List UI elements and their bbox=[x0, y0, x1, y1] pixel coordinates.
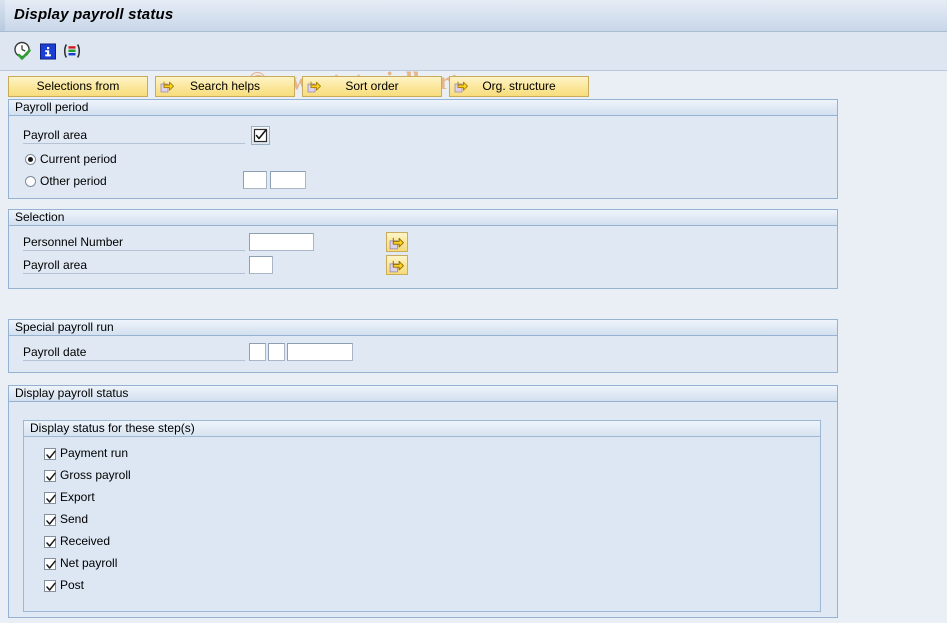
yellow-arrow-icon bbox=[389, 237, 404, 250]
payroll-area-label: Payroll area bbox=[23, 128, 245, 144]
special-payroll-run-section: Special payroll run Payroll date bbox=[8, 319, 838, 373]
special-payroll-run-body: Payroll date bbox=[9, 336, 837, 371]
checkbox-post-label: Post bbox=[60, 578, 85, 592]
other-period-input-1[interactable] bbox=[243, 171, 267, 189]
sort-order-label: Sort order bbox=[345, 79, 399, 93]
selection-header: Selection bbox=[9, 210, 837, 226]
yellow-arrow-icon bbox=[389, 260, 404, 273]
display-payroll-status-body: Display status for these step(s) Payment… bbox=[9, 402, 837, 616]
application-toolbar: © www.tutorialkart.com bbox=[0, 32, 947, 95]
checkbox-check-icon bbox=[44, 470, 56, 482]
payroll-area-selection-input[interactable] bbox=[249, 256, 273, 274]
checkbox-net-payroll-label: Net payroll bbox=[60, 556, 118, 570]
display-status-steps-group: Display status for these step(s) Payment… bbox=[23, 420, 821, 612]
search-helps-button[interactable]: Search helps bbox=[155, 76, 295, 97]
other-period-label: Other period bbox=[40, 174, 107, 188]
selection-body: Personnel Number Payroll area bbox=[9, 226, 837, 287]
checkbox-check-icon bbox=[44, 580, 56, 592]
checkbox-check-icon bbox=[44, 448, 56, 460]
execute-clock-check-icon[interactable] bbox=[12, 40, 34, 62]
checkbox-check-icon bbox=[44, 492, 56, 504]
page-title: Display payroll status bbox=[14, 6, 174, 23]
payroll-date-input-2[interactable] bbox=[268, 343, 285, 361]
checkbox-gross-payroll-label: Gross payroll bbox=[60, 468, 131, 482]
selection-options-icon[interactable] bbox=[61, 40, 83, 62]
org-structure-label: Org. structure bbox=[482, 79, 556, 93]
checkbox-received-label: Received bbox=[60, 534, 111, 548]
display-status-steps-header: Display status for these step(s) bbox=[24, 421, 820, 437]
payroll-area-selection-label: Payroll area bbox=[23, 258, 245, 274]
display-payroll-status-section: Display payroll status Display status fo… bbox=[8, 385, 838, 618]
checkbox-check-icon bbox=[44, 536, 56, 548]
titlebar-accent bbox=[0, 0, 5, 31]
sort-order-button[interactable]: Sort order bbox=[302, 76, 442, 97]
checkbox-payment-run-label: Payment run bbox=[60, 446, 129, 460]
current-period-label: Current period bbox=[40, 152, 117, 166]
personnel-number-multiselect-button[interactable] bbox=[386, 232, 408, 252]
org-structure-button[interactable]: Org. structure bbox=[449, 76, 589, 97]
info-icon[interactable] bbox=[37, 40, 59, 62]
checkbox-check-icon bbox=[44, 514, 56, 526]
yellow-arrow-icon bbox=[160, 79, 175, 94]
search-helps-label: Search helps bbox=[189, 79, 261, 93]
radio-other-period-mark bbox=[25, 176, 36, 187]
radio-current-period-mark bbox=[25, 154, 36, 165]
selections-from-button[interactable]: Selections from bbox=[8, 76, 148, 97]
yellow-arrow-icon bbox=[307, 79, 322, 94]
checkbox-send-label: Send bbox=[60, 512, 89, 526]
checkbox-export-label: Export bbox=[60, 490, 95, 504]
payroll-date-input-1[interactable] bbox=[249, 343, 266, 361]
selections-from-label: Selections from bbox=[36, 79, 120, 93]
selection-section: Selection Personnel Number Payroll area bbox=[8, 209, 838, 289]
checkbox-check-icon bbox=[253, 128, 268, 143]
personnel-number-input[interactable] bbox=[249, 233, 314, 251]
special-payroll-run-header: Special payroll run bbox=[9, 320, 837, 336]
payroll-date-input-3[interactable] bbox=[287, 343, 353, 361]
other-period-input-2[interactable] bbox=[270, 171, 306, 189]
payroll-area-match-button[interactable] bbox=[251, 126, 270, 145]
display-payroll-status-header: Display payroll status bbox=[9, 386, 837, 402]
window-title-bar: Display payroll status bbox=[0, 0, 947, 32]
payroll-area-multiselect-button[interactable] bbox=[386, 255, 408, 275]
payroll-period-section: Payroll period Payroll area Current peri… bbox=[8, 99, 838, 199]
payroll-date-label: Payroll date bbox=[23, 345, 245, 361]
payroll-period-header: Payroll period bbox=[9, 100, 837, 116]
payroll-period-body: Payroll area Current period Other period bbox=[9, 116, 837, 197]
personnel-number-label: Personnel Number bbox=[23, 235, 245, 251]
yellow-arrow-icon bbox=[454, 79, 469, 94]
selection-button-bar: Selections from Search helps Sort order … bbox=[0, 76, 947, 98]
checkbox-check-icon bbox=[44, 558, 56, 570]
